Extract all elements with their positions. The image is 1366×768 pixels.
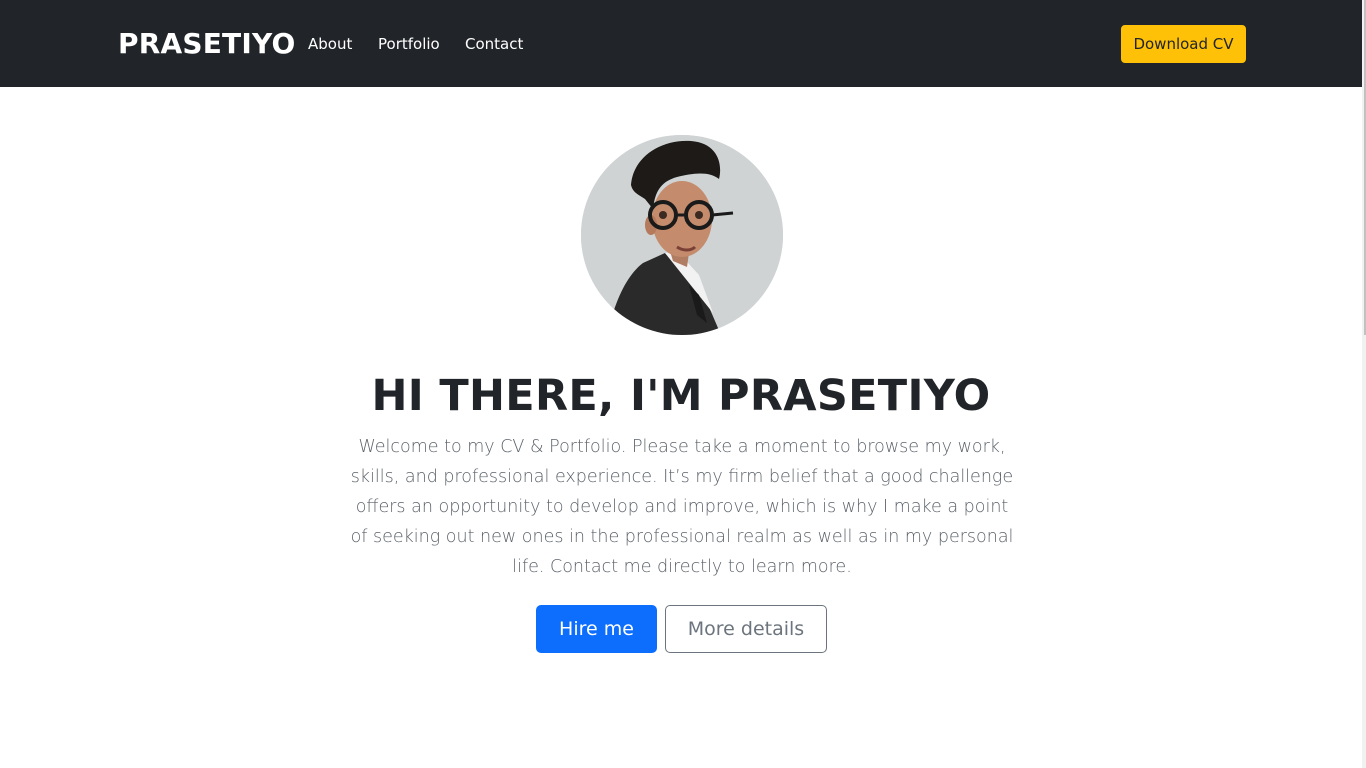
more-details-button[interactable]: More details xyxy=(665,605,827,653)
profile-photo-illustration xyxy=(581,135,783,335)
nav-link-portfolio[interactable]: Portfolio xyxy=(378,34,440,54)
brand-logo[interactable]: PRASETIYO xyxy=(118,26,295,62)
download-cv-button[interactable]: Download CV xyxy=(1121,25,1246,63)
hero-description: Welcome to my CV & Portfolio. Please tak… xyxy=(350,437,1014,577)
hero-title: HI THERE, I'M PRASETIYO xyxy=(371,371,991,421)
nav-link-contact[interactable]: Contact xyxy=(465,34,523,54)
profile-photo xyxy=(581,135,783,335)
nav-link-about[interactable]: About xyxy=(308,34,352,54)
hire-me-button[interactable]: Hire me xyxy=(536,605,657,653)
navbar: PRASETIYO About Portfolio Contact Downlo… xyxy=(0,0,1362,87)
